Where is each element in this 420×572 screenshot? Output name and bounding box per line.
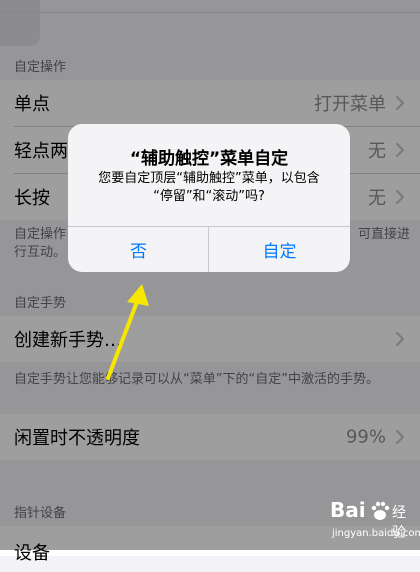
- baidu-watermark: Bai 经验 jingyan.baidu.com: [330, 496, 420, 546]
- watermark-brand: Bai: [330, 498, 366, 522]
- baidu-paw-icon: [371, 501, 390, 520]
- watermark-url: jingyan.baidu.com: [332, 528, 420, 539]
- annotation-arrow: [106, 284, 149, 380]
